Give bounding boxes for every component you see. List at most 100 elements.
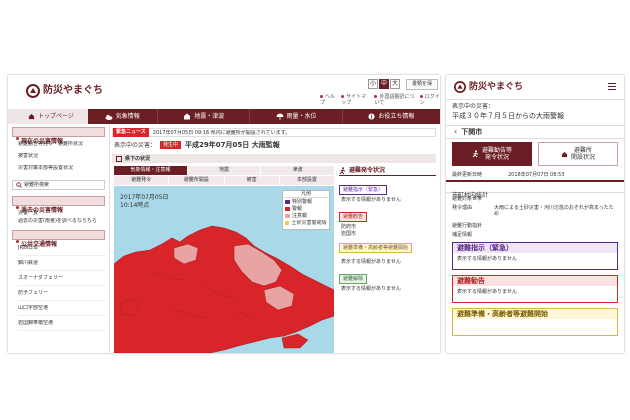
font-size-small-button[interactable]: 小: [368, 79, 378, 89]
sidebar-item-nishikigawa[interactable]: 錦川鉄道: [18, 260, 106, 271]
tab-damage[interactable]: 被害: [223, 176, 279, 185]
evac-label-preparation[interactable]: 避難準備・高齢者等避難開始: [339, 243, 413, 253]
chevron-left-icon[interactable]: ‹: [454, 127, 457, 137]
running-person-icon: [472, 150, 479, 158]
prefecture-map[interactable]: 2017年07月05日 10:14時点 凡例 特別警報 警報 注意報 土砂災害警…: [114, 186, 334, 353]
tab-hq-setup[interactable]: 本部設置: [278, 176, 334, 185]
legend-special-warning: 特別警報: [285, 199, 327, 205]
evac-label-emergency[interactable]: 避難指示（緊急）: [339, 185, 388, 195]
bullet-icon: [16, 137, 19, 140]
mobile-evac-button[interactable]: 避難勧告等 発令状況: [452, 142, 532, 166]
mobile-site-title[interactable]: 防災やまぐち: [469, 81, 523, 93]
evac-label-advisory[interactable]: 避難勧告: [339, 212, 368, 222]
search-icon: [16, 182, 22, 188]
nav-top-page[interactable]: トップページ: [8, 109, 88, 124]
sidebar-item-hq[interactable]: 災害対策本部等設置状況: [18, 165, 106, 171]
sidebar-item-yamaguchi-ube-airport[interactable]: 山口宇部空港: [18, 305, 106, 316]
menu-icon[interactable]: [608, 83, 616, 90]
tab-evacuation-orders[interactable]: 避難発令: [114, 176, 169, 185]
font-size-control: 小 中 大: [368, 79, 400, 89]
font-size-large-button[interactable]: 大: [390, 79, 400, 89]
sidebar-shelter-search[interactable]: 避難所検索: [12, 180, 105, 190]
mobile-updated-value: 2018年07月07日 08:53: [508, 172, 565, 178]
tab-tsunami[interactable]: 津波: [260, 166, 335, 175]
mobile-row-reason-value: 大雨による土砂災害・河川氾濫のおそれが高まったため: [494, 205, 614, 217]
mobile-card-emergency[interactable]: 避難指示（緊急） 表示する情報がありません: [452, 242, 618, 270]
mobile-row-reason-label: 発令理由: [452, 205, 473, 211]
map-region-north: [114, 225, 334, 353]
sidebar-item-iwakuni-airport[interactable]: 岩国錦帯橋空港: [18, 320, 106, 331]
disaster-line: 表示中の災害： 発生中 平成29年07月05日 大雨監報: [114, 141, 280, 149]
mobile-card-advisory[interactable]: 避難勧告 表示する情報がありません: [452, 275, 618, 303]
map-island-south: [281, 333, 309, 349]
disaster-title: 平成29年07月05日 大雨監報: [185, 141, 280, 149]
nav-earthquake[interactable]: 地震・津波: [158, 109, 251, 124]
site-logo-icon: [454, 81, 466, 93]
emergency-news-label: 緊急ニュース: [113, 128, 149, 137]
utility-links: ヘルプ サイトマップ 外国語翻訳について ログイン: [320, 94, 440, 106]
bullet-icon: [16, 240, 19, 243]
evacuation-panel-title: 避難発令状況: [339, 166, 436, 176]
umbrella-icon: [276, 113, 284, 120]
running-person-icon: [339, 166, 346, 174]
emergency-news-bar: 緊急ニュース 2017年07月05日 09:16 県内に避難所が開設されています…: [112, 128, 436, 137]
mobile-updated-label: 最終更新日時: [452, 172, 483, 178]
nav-weather[interactable]: 気象情報: [88, 109, 159, 124]
evac-text-lifted: 表示する情報がありません: [341, 286, 401, 292]
font-size-medium-button[interactable]: 中: [379, 79, 389, 89]
mobile-shelter-button[interactable]: 避難所 開設状況: [538, 142, 618, 166]
sidebar-section-current: 現在の災害情報: [12, 127, 105, 145]
legend-landslide: 土砂災害警戒情報: [285, 220, 327, 226]
doc-button[interactable]: 書類を保: [406, 79, 438, 90]
mobile-city-bar[interactable]: ‹ 下関市: [446, 125, 624, 139]
status-badge: 発生中: [160, 141, 182, 149]
sidebar-item-jr-west[interactable]: JR西日本: [18, 245, 106, 256]
desktop-screenshot: 防災やまぐち 小 中 大 書類を保 ヘルプ サイトマップ 外国語翻訳について ロ…: [8, 75, 440, 353]
map-tabs-row1: 気象情報・注意報 地震 津波: [114, 166, 335, 175]
evac-text-advisory-2: 岩国市: [341, 231, 357, 237]
tab-weather-warnings[interactable]: 気象情報・注意報: [114, 166, 187, 175]
evac-label-lifted[interactable]: 避難解除: [339, 274, 368, 284]
mobile-city-name: 下関市: [461, 128, 483, 136]
map-legend: 凡例 特別警報 警報 注意報 土砂災害警戒情報: [282, 190, 330, 230]
sidebar-item-past-rainfall[interactable]: 過去の災害(雨量)を調べるならちら: [18, 218, 106, 224]
tab-earthquake[interactable]: 地震: [186, 166, 261, 175]
tab-shelter-open[interactable]: 避難所開設: [168, 176, 224, 185]
sidebar-item-disaster-list[interactable]: 災害一覧: [18, 210, 106, 216]
evac-text-emergency: 表示する情報がありません: [341, 197, 401, 203]
util-link-sitemap[interactable]: サイトマップ: [341, 94, 369, 106]
home-icon: [28, 113, 35, 120]
emergency-news-text[interactable]: 2017年07月05日 09:16 県内に避難所が開設されています。: [153, 130, 290, 136]
sidebar-item-evacuation-status[interactable]: 避難勧告等発令・避難所状況: [18, 141, 106, 147]
map-timestamp-date: 2017年07月05日: [120, 194, 169, 201]
sidebar-item-boyo-ferry[interactable]: 防予フェリー: [18, 290, 106, 301]
nav-useful-info[interactable]: お役立ち情報: [343, 109, 440, 124]
main-nav: トップページ 気象情報 地震・津波 雨量・水位 お役立ち情報: [8, 109, 440, 124]
site-logo-icon: [26, 84, 40, 98]
util-link-login[interactable]: ログイン: [419, 94, 440, 106]
util-link-help[interactable]: ヘルプ: [320, 94, 336, 106]
home-icon: [561, 151, 568, 157]
legend-advisory: 注意報: [285, 213, 327, 219]
cloud-icon: [105, 114, 113, 120]
sidebar-section-past: 過去の災害情報: [12, 196, 105, 214]
sidebar-item-suonada-ferry[interactable]: スオーナダフェリー: [18, 275, 106, 286]
legend-warning: 警報: [285, 206, 327, 212]
desktop-header: 防災やまぐち 小 中 大 書類を保 ヘルプ サイトマップ 外国語翻訳について ロ…: [8, 75, 440, 109]
nav-rainfall[interactable]: 雨量・水位: [250, 109, 343, 124]
evac-text-preparation: 表示する情報がありません: [341, 259, 401, 265]
util-link-translation[interactable]: 外国語翻訳について: [374, 94, 414, 106]
sidebar-item-damage[interactable]: 被害状況: [18, 153, 106, 159]
mobile-row-households-label: 避難対象世帯: [452, 196, 483, 202]
mobile-area-bar: 市町村内総計: [446, 180, 624, 199]
sidebar-section-transport: 公共交通情報: [12, 230, 105, 248]
map-tabs-row2: 避難発令 避難所開設 被害 本部設置: [114, 176, 334, 185]
mobile-card-preparation[interactable]: 避難準備・高齢者等避難開始: [452, 308, 618, 336]
site-title[interactable]: 防災やまぐち: [43, 84, 103, 97]
evacuation-panel: 避難発令状況 避難指示（緊急） 表示する情報がありません 避難勧告 防府市 岩国…: [339, 166, 436, 353]
grid-icon: [116, 155, 122, 162]
evac-text-advisory-1: 防府市: [341, 224, 357, 230]
mobile-disaster-title: 平成３０年７月５日からの大雨警報: [452, 112, 564, 120]
mobile-row-guideline-label: 避難行動指針: [452, 223, 483, 229]
info-icon: [368, 113, 375, 120]
